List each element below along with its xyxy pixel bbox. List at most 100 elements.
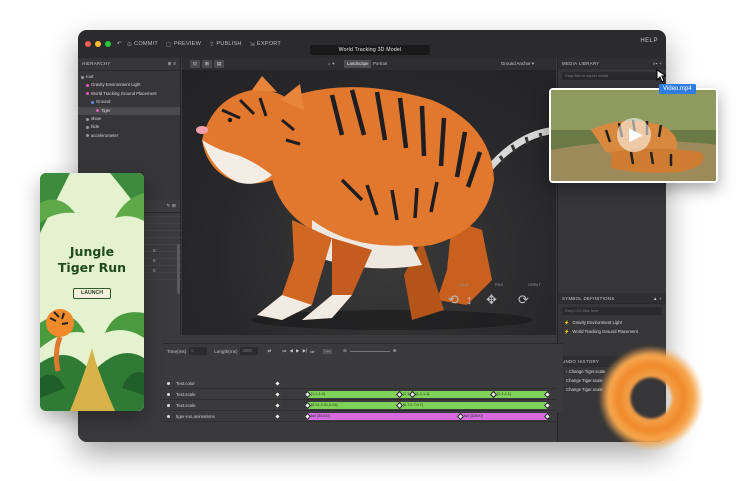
timeline-row[interactable]: tiger-run.animations full [30100] full [32… [163, 411, 556, 422]
anchor-label: Ground Anchor [501, 61, 531, 66]
pan-icon[interactable]: ✥ [486, 292, 497, 308]
hierarchy-item[interactable]: root [78, 73, 180, 81]
symbol-label: Gravity Environment Light [572, 320, 622, 325]
keyframe-segment[interactable]: [1,1,1,0] [308, 391, 399, 398]
symbols-search-field[interactable]: Drop LOV files here [562, 307, 662, 315]
hierarchy-item-label: hide [91, 124, 100, 130]
tab-portrait[interactable]: Portrait [370, 60, 390, 68]
length-input[interactable]: 2000 [240, 347, 259, 355]
symbol-item[interactable]: ⚡ Gravity Environment Light [558, 318, 666, 327]
record-icon[interactable]: — [323, 348, 333, 354]
node-icon [91, 100, 94, 104]
help-button[interactable]: HELP [640, 38, 658, 44]
tiger-model[interactable] [182, 70, 556, 335]
keyframe-segment[interactable]: [0.7,0.7,0.7] [399, 402, 547, 409]
timeline-row[interactable]: Text.scale[1,1,1,0][1,1,1,0][1,1,1,1][1,… [163, 389, 556, 400]
launch-button[interactable]: LAUNCH [73, 288, 111, 299]
properties-menu-icon[interactable]: ✎ ⊞ [167, 203, 176, 209]
hierarchy-item[interactable]: accelerometer [78, 132, 180, 140]
orbit-label: ORBIT [528, 283, 542, 287]
keyframe-marker[interactable] [273, 390, 282, 399]
keyframe-marker[interactable] [273, 412, 282, 421]
track-toggle-icon[interactable] [167, 404, 170, 407]
hierarchy-item[interactable]: Tiger [78, 106, 180, 115]
rotate-view-icon[interactable]: ⟲ [448, 292, 459, 308]
skip-forward-icon[interactable]: ⏭ [310, 349, 314, 354]
mouse-cursor-icon [656, 69, 666, 83]
keyframe-segment[interactable]: [0.01,0.01,0.01] [308, 402, 399, 409]
timeline-row[interactable]: Text.color [163, 378, 556, 389]
step-back-icon[interactable]: ◀ [289, 348, 293, 354]
time-input[interactable]: 0 [189, 347, 208, 355]
property-value[interactable]: 0 [153, 258, 155, 263]
view-tool-icon[interactable]: ⊡ [190, 60, 200, 68]
track-toggle-icon[interactable] [167, 382, 170, 385]
close-window-button[interactable] [85, 41, 91, 47]
zoom-slider[interactable] [349, 350, 390, 352]
anchor-select[interactable]: Ground Anchor ▾ [498, 60, 537, 68]
keyframe-segment[interactable]: full [32500] [461, 413, 547, 420]
keyframe-marker[interactable] [273, 401, 282, 410]
game-title-line2: Tiger Run [57, 260, 127, 275]
properties-scrollbar[interactable] [177, 244, 180, 294]
track-label: tiger-run.animations [176, 414, 215, 419]
track-toggle-icon[interactable] [167, 415, 170, 418]
hierarchy-item[interactable]: show [78, 115, 180, 123]
commit-button[interactable]: ⊙ COMMIT [127, 41, 158, 48]
hierarchy-menu-icon[interactable]: ⊞ ≡ [168, 61, 176, 67]
length-label: Length(ms) [214, 348, 238, 354]
hierarchy-item-label: Gravity Environment Light [91, 82, 141, 88]
property-value[interactable]: 0 [153, 268, 155, 273]
media-library-title: MEDIA LIBRARY [562, 61, 600, 66]
viewport-toolbar: ⊡ ⊞ ▤ ☼ ▾ Landscape Portrait Ground Anch… [182, 58, 556, 70]
hierarchy-item[interactable]: Ground [78, 98, 180, 106]
zoom-in-icon[interactable]: ⊕ [393, 348, 397, 354]
symbols-add-icon[interactable]: ▲ + [653, 293, 662, 303]
tab-landscape[interactable]: Landscape [344, 60, 372, 68]
hierarchy-item-label: World Tracking Ground Placement [91, 90, 157, 96]
light-icon[interactable]: ☼ ▾ [324, 60, 337, 68]
keyframe-segment[interactable]: [1,1,1,1] [412, 391, 494, 398]
export-icon: ⇲ [249, 41, 255, 48]
stage: ↶ ⊙ COMMIT ▢ PREVIEW ⇪ PUBLISH ⇲ EXPORT Worl… [0, 0, 745, 481]
minimize-window-button[interactable] [95, 41, 101, 47]
keyframe-marker[interactable] [273, 379, 282, 388]
grid-tool-icon[interactable]: ⊞ [202, 60, 212, 68]
keyframe-segment[interactable]: [1,1,1,1] [494, 391, 547, 398]
game-preview-card[interactable]: Jungle Tiger Run LAUNCH [40, 173, 144, 411]
hierarchy-item[interactable]: Gravity Environment Light [78, 81, 180, 89]
zoom-out-icon[interactable]: ⊖ [343, 348, 347, 354]
preview-button[interactable]: ▢ PREVIEW [166, 41, 201, 48]
symbol-item[interactable]: ⚡ World Tracking Ground Placement [558, 327, 666, 336]
zoom-view-icon[interactable]: ↕ [466, 292, 473, 307]
hierarchy-item-label: show [91, 115, 102, 121]
node-icon [86, 134, 89, 138]
step-forward-icon[interactable]: ▶| [303, 348, 308, 354]
timeline-row[interactable]: Text.scale [0.01,0.01,0.01] [0.7,0.7,0.7] [163, 400, 556, 411]
track-toggle-icon[interactable] [167, 393, 170, 396]
orange-torus-decoration [590, 343, 712, 453]
node-icon [96, 109, 99, 113]
hierarchy-item[interactable]: World Tracking Ground Placement [78, 90, 180, 98]
keyframe-segment[interactable]: full [30100] [308, 413, 461, 420]
skip-back-icon[interactable]: ⏮ [282, 349, 286, 354]
publish-button[interactable]: ⇪ PUBLISH [209, 41, 242, 48]
undo-icon[interactable]: ↶ [117, 41, 122, 47]
property-value[interactable]: 0 [153, 248, 155, 253]
layout-tool-icon[interactable]: ▤ [214, 60, 225, 68]
hierarchy-item-label: Tiger [101, 107, 111, 113]
play-icon[interactable]: ▶ [296, 348, 300, 354]
scene-viewport[interactable]: VIEW PAN ORBIT ⟲ ↕ ✥ ⟳ [182, 70, 556, 335]
node-icon [86, 126, 89, 130]
preview-label: PREVIEW [173, 41, 202, 47]
hierarchy-item[interactable]: hide [78, 123, 180, 131]
maximize-window-button[interactable] [105, 41, 111, 47]
media-search-icon[interactable]: ⌕▾ + [653, 58, 662, 68]
preview-icon: ▢ [166, 41, 172, 48]
loop-icon[interactable]: ⇄ [267, 348, 271, 354]
pan-label: PAN [495, 283, 504, 287]
orbit-icon[interactable]: ⟳ [518, 292, 529, 308]
lightning-icon: ⚡ [564, 320, 570, 325]
export-button[interactable]: ⇲ EXPORT [250, 41, 281, 48]
media-drop-field[interactable]: Drop files to import media [562, 72, 662, 80]
